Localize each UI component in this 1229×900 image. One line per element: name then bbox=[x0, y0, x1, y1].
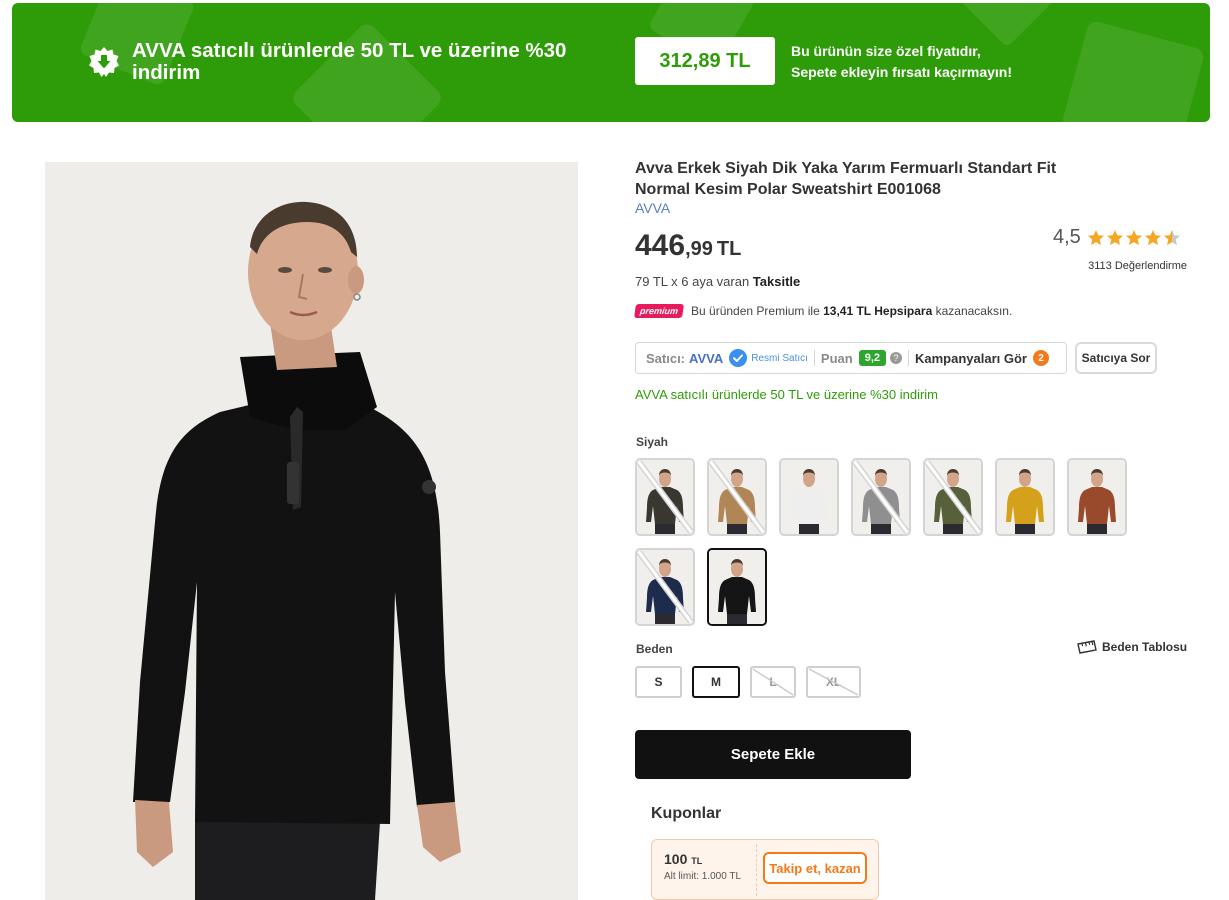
size-option-xl[interactable]: XL bbox=[806, 666, 861, 698]
help-icon[interactable]: ? bbox=[890, 352, 902, 364]
star-icon bbox=[1125, 229, 1142, 245]
unavailable-strike bbox=[752, 668, 794, 696]
star-icon bbox=[1144, 229, 1161, 245]
unavailable-strike bbox=[808, 668, 859, 696]
premium-amount: 13,41 TL Hepsipara bbox=[823, 304, 933, 318]
coupon-amount: 100 TL bbox=[664, 851, 702, 867]
installment-link[interactable]: Taksitle bbox=[753, 274, 800, 289]
star-icon bbox=[1163, 229, 1180, 245]
score-label: Puan bbox=[820, 350, 853, 366]
banner-note-line: Sepete ekleyin fırsatı kaçırmayın! bbox=[791, 64, 1012, 80]
color-swatch-grey[interactable] bbox=[851, 458, 911, 536]
color-swatch-rust[interactable] bbox=[1067, 458, 1127, 536]
seller-score-badge: 9,2 bbox=[858, 350, 886, 366]
coupons-title: Kuponlar bbox=[651, 805, 722, 822]
rating[interactable]: 4,5 bbox=[1053, 226, 1181, 249]
swatch-model-thumbnail bbox=[925, 460, 981, 534]
special-price: 312,89 TL bbox=[635, 37, 775, 85]
premium-text-before: Bu üründen Premium ile bbox=[691, 304, 824, 318]
size-chart-label: Beden Tablosu bbox=[1102, 640, 1188, 654]
reviews-link[interactable]: 3113 Değerlendirme bbox=[1060, 260, 1187, 272]
installment-text: 79 TL x 6 aya varan bbox=[635, 274, 753, 289]
swatch-model-thumbnail bbox=[853, 460, 909, 534]
ruler-icon bbox=[1077, 640, 1097, 654]
size-option-l[interactable]: L bbox=[750, 666, 796, 698]
color-swatch-dark-brown[interactable] bbox=[635, 458, 695, 536]
add-to-cart-button[interactable]: Sepete Ekle bbox=[635, 730, 911, 779]
seller-name-link[interactable]: AVVA bbox=[689, 351, 723, 366]
divider bbox=[813, 350, 815, 366]
coupon-card: 100 TL Alt limit: 1.000 TL Takip et, kaz… bbox=[651, 839, 879, 900]
seller-box: Satıcı: AVVA Resmi Satıcı Puan 9,2 ? Kam… bbox=[635, 342, 1067, 374]
color-label: Siyah bbox=[636, 435, 669, 449]
banner-note: Bu ürünün size özel fiyatıdır, Sepete ek… bbox=[791, 41, 1051, 83]
size-label: Beden bbox=[636, 642, 673, 656]
color-swatch-mustard[interactable] bbox=[995, 458, 1055, 536]
campaigns-link[interactable]: Kampanyaları Gör bbox=[915, 351, 1027, 366]
size-option-m[interactable]: M bbox=[692, 666, 740, 698]
color-swatch-white[interactable] bbox=[779, 458, 839, 536]
color-swatch-camel[interactable] bbox=[707, 458, 767, 536]
brand-link[interactable]: AVVA bbox=[635, 200, 670, 216]
divider bbox=[908, 350, 909, 366]
swatch-model-thumbnail bbox=[709, 460, 765, 534]
official-seller-label: Resmi Satıcı bbox=[751, 352, 808, 364]
promo-banner: AVVA satıcılı ürünlerde 50 TL ve üzerine… bbox=[12, 3, 1210, 122]
verified-check-icon bbox=[729, 349, 748, 367]
coupon-limit: Alt limit: 1.000 TL bbox=[664, 871, 742, 882]
color-swatches bbox=[635, 458, 1155, 626]
size-options: S M L XL bbox=[635, 666, 861, 698]
campaign-count-badge: 2 bbox=[1033, 350, 1049, 366]
price-main: 446 bbox=[635, 229, 686, 262]
star-icon bbox=[1106, 229, 1123, 245]
model-photo bbox=[133, 201, 461, 900]
swatch-model-thumbnail bbox=[997, 460, 1053, 534]
discount-badge-icon bbox=[89, 47, 119, 77]
banner-note-line: Bu ürünün size özel fiyatıdır, bbox=[791, 43, 981, 59]
swatch-model-thumbnail bbox=[1069, 460, 1125, 534]
premium-text: Bu üründen Premium ile 13,41 TL Hepsipar… bbox=[691, 304, 1012, 318]
premium-text-after: kazanacaksın. bbox=[932, 304, 1013, 318]
product-price: 446,99 TL bbox=[635, 229, 741, 263]
swatch-model-thumbnail bbox=[637, 550, 693, 624]
star-icon bbox=[1087, 229, 1104, 245]
seller-label: Satıcı: bbox=[646, 350, 686, 366]
discount-text: AVVA satıcılı ürünlerde 50 TL ve üzerine… bbox=[635, 387, 939, 402]
price-decimal: ,99 bbox=[685, 238, 713, 260]
coupon-value: 100 bbox=[664, 851, 688, 867]
banner-decoration bbox=[1058, 19, 1206, 122]
installment-info: 79 TL x 6 aya varan Taksitle bbox=[635, 274, 800, 289]
swatch-model-thumbnail bbox=[637, 460, 693, 534]
size-option-label: S bbox=[654, 675, 663, 689]
rating-score: 4,5 bbox=[1053, 226, 1081, 248]
size-option-label: M bbox=[711, 675, 721, 689]
price-currency: TL bbox=[716, 238, 742, 260]
ask-seller-button[interactable]: Satıcıya Sor bbox=[1075, 342, 1157, 374]
product-title: Avva Erkek Siyah Dik Yaka Yarım Fermuarl… bbox=[635, 160, 1057, 198]
banner-title: AVVA satıcılı ürünlerde 50 TL ve üzerine… bbox=[132, 39, 567, 84]
product-image[interactable] bbox=[45, 162, 578, 900]
coupon-currency: TL bbox=[691, 856, 703, 866]
coupon-divider bbox=[756, 844, 757, 896]
follow-and-win-button[interactable]: Takip et, kazan bbox=[763, 852, 867, 884]
color-swatch-khaki[interactable] bbox=[923, 458, 983, 536]
size-option-s[interactable]: S bbox=[635, 666, 682, 698]
premium-info: premium Bu üründen Premium ile 13,41 TL … bbox=[634, 304, 1012, 318]
color-swatch-black[interactable] bbox=[707, 548, 767, 626]
swatch-model-thumbnail bbox=[781, 460, 837, 534]
premium-badge: premium bbox=[634, 304, 684, 318]
size-chart-link[interactable]: Beden Tablosu bbox=[1077, 640, 1187, 654]
rating-stars bbox=[1087, 229, 1181, 247]
color-swatch-navy[interactable] bbox=[635, 548, 695, 626]
swatch-model-thumbnail bbox=[709, 550, 765, 624]
